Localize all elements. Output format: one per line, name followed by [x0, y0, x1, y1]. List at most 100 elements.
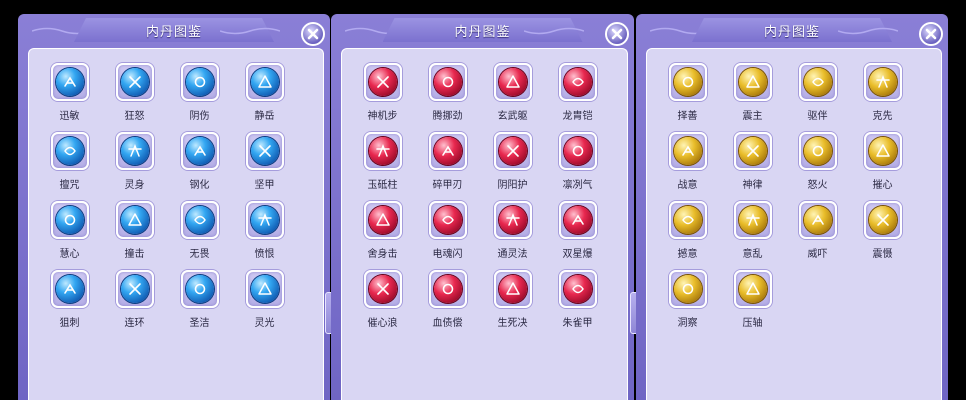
neidan-item[interactable]: 震主	[720, 63, 785, 132]
neidan-item[interactable]: 阴阳护	[480, 132, 545, 201]
item-icon-frame[interactable]	[180, 270, 219, 308]
item-icon-frame[interactable]	[863, 63, 902, 101]
item-icon-frame[interactable]	[245, 270, 284, 308]
neidan-item[interactable]: 压轴	[720, 270, 785, 339]
item-icon-frame[interactable]	[493, 270, 532, 308]
neidan-orb-icon	[433, 206, 462, 234]
item-icon-frame[interactable]	[363, 63, 402, 101]
item-icon-frame[interactable]	[493, 63, 532, 101]
item-icon-frame[interactable]	[558, 270, 597, 308]
neidan-item[interactable]: 克先	[850, 63, 915, 132]
close-button[interactable]	[301, 22, 325, 46]
neidan-item[interactable]: 驱伴	[785, 63, 850, 132]
neidan-item[interactable]: 龙胄铠	[545, 63, 610, 132]
item-icon-frame[interactable]	[115, 270, 154, 308]
item-icon-frame[interactable]	[363, 270, 402, 308]
neidan-item[interactable]: 灵身	[102, 132, 167, 201]
item-icon-frame[interactable]	[733, 270, 772, 308]
item-icon-frame[interactable]	[115, 201, 154, 239]
item-icon-frame[interactable]	[428, 270, 467, 308]
item-icon-frame[interactable]	[668, 132, 707, 170]
neidan-item[interactable]: 圣洁	[167, 270, 232, 339]
neidan-item[interactable]: 神律	[720, 132, 785, 201]
neidan-item[interactable]: 怒火	[785, 132, 850, 201]
item-icon-frame[interactable]	[668, 270, 707, 308]
item-icon-frame[interactable]	[50, 63, 89, 101]
item-icon-frame[interactable]	[245, 63, 284, 101]
item-icon-frame[interactable]	[180, 201, 219, 239]
item-icon-frame[interactable]	[180, 132, 219, 170]
item-icon-frame[interactable]	[798, 132, 837, 170]
item-icon-frame[interactable]	[558, 132, 597, 170]
item-icon-frame[interactable]	[428, 201, 467, 239]
neidan-item[interactable]: 双星爆	[545, 201, 610, 270]
item-icon-frame[interactable]	[558, 201, 597, 239]
item-icon-frame[interactable]	[493, 201, 532, 239]
item-icon-frame[interactable]	[428, 132, 467, 170]
neidan-item[interactable]: 择善	[655, 63, 720, 132]
item-icon-frame[interactable]	[668, 201, 707, 239]
neidan-orb-icon	[803, 206, 832, 234]
item-icon-frame[interactable]	[50, 270, 89, 308]
item-icon-frame[interactable]	[668, 63, 707, 101]
neidan-item[interactable]: 战意	[655, 132, 720, 201]
item-icon-frame[interactable]	[733, 201, 772, 239]
neidan-item[interactable]: 神机步	[350, 63, 415, 132]
item-icon-frame[interactable]	[245, 201, 284, 239]
item-icon-frame[interactable]	[863, 132, 902, 170]
item-icon-frame[interactable]	[363, 201, 402, 239]
item-icon-frame[interactable]	[733, 132, 772, 170]
neidan-item[interactable]: 玉砥柱	[350, 132, 415, 201]
neidan-item[interactable]: 撼意	[655, 201, 720, 270]
neidan-item[interactable]: 狂怒	[102, 63, 167, 132]
item-icon-frame[interactable]	[493, 132, 532, 170]
neidan-item[interactable]: 灵光	[232, 270, 297, 339]
neidan-item[interactable]: 狙刺	[37, 270, 102, 339]
neidan-item[interactable]: 血债偿	[415, 270, 480, 339]
item-icon-frame[interactable]	[115, 63, 154, 101]
item-icon-frame[interactable]	[363, 132, 402, 170]
neidan-item[interactable]: 迅敏	[37, 63, 102, 132]
neidan-item[interactable]: 无畏	[167, 201, 232, 270]
neidan-item[interactable]: 舍身击	[350, 201, 415, 270]
neidan-item[interactable]: 通灵法	[480, 201, 545, 270]
neidan-item[interactable]: 连环	[102, 270, 167, 339]
neidan-item[interactable]: 撞击	[102, 201, 167, 270]
item-icon-frame[interactable]	[733, 63, 772, 101]
item-icon-frame[interactable]	[558, 63, 597, 101]
item-icon-frame[interactable]	[798, 63, 837, 101]
neidan-item[interactable]: 腾挪劲	[415, 63, 480, 132]
close-button[interactable]	[919, 22, 943, 46]
neidan-item[interactable]: 催心浪	[350, 270, 415, 339]
neidan-item[interactable]: 威吓	[785, 201, 850, 270]
neidan-item[interactable]: 意乱	[720, 201, 785, 270]
neidan-orb-icon	[498, 206, 527, 234]
item-label: 朱雀甲	[562, 318, 593, 329]
neidan-item[interactable]: 擅咒	[37, 132, 102, 201]
item-icon-frame[interactable]	[50, 201, 89, 239]
item-icon-frame[interactable]	[50, 132, 89, 170]
item-icon-frame[interactable]	[428, 63, 467, 101]
neidan-item[interactable]: 静岳	[232, 63, 297, 132]
neidan-item[interactable]: 阴伤	[167, 63, 232, 132]
neidan-item[interactable]: 凛冽气	[545, 132, 610, 201]
neidan-item[interactable]: 坚甲	[232, 132, 297, 201]
neidan-item[interactable]: 慧心	[37, 201, 102, 270]
item-icon-frame[interactable]	[180, 63, 219, 101]
item-icon-frame[interactable]	[115, 132, 154, 170]
item-icon-frame[interactable]	[245, 132, 284, 170]
neidan-orb-icon	[803, 137, 832, 165]
neidan-item[interactable]: 摧心	[850, 132, 915, 201]
neidan-item[interactable]: 碎甲刃	[415, 132, 480, 201]
item-icon-frame[interactable]	[863, 201, 902, 239]
neidan-item[interactable]: 玄武躯	[480, 63, 545, 132]
neidan-item[interactable]: 愤恨	[232, 201, 297, 270]
neidan-item[interactable]: 电魂闪	[415, 201, 480, 270]
neidan-item[interactable]: 洞察	[655, 270, 720, 339]
close-button[interactable]	[605, 22, 629, 46]
neidan-item[interactable]: 朱雀甲	[545, 270, 610, 339]
neidan-item[interactable]: 生死决	[480, 270, 545, 339]
neidan-item[interactable]: 震慑	[850, 201, 915, 270]
item-icon-frame[interactable]	[798, 201, 837, 239]
neidan-item[interactable]: 钢化	[167, 132, 232, 201]
